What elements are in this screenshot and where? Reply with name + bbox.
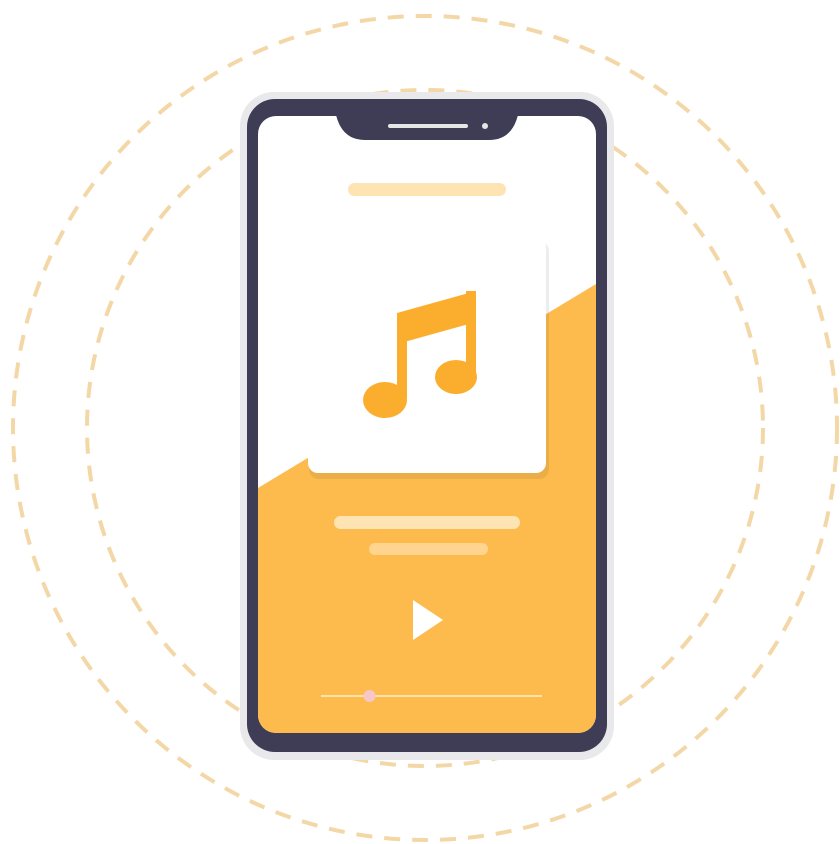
progress-thumb[interactable]: [363, 690, 376, 702]
song-title-placeholder-bar: [334, 516, 520, 529]
speaker-grill: [388, 124, 468, 128]
artist-placeholder-bar: [369, 543, 488, 555]
phone-illustration: [11, 14, 839, 842]
front-camera: [482, 123, 488, 129]
title-placeholder-bar: [348, 183, 506, 196]
album-card: [308, 237, 546, 473]
